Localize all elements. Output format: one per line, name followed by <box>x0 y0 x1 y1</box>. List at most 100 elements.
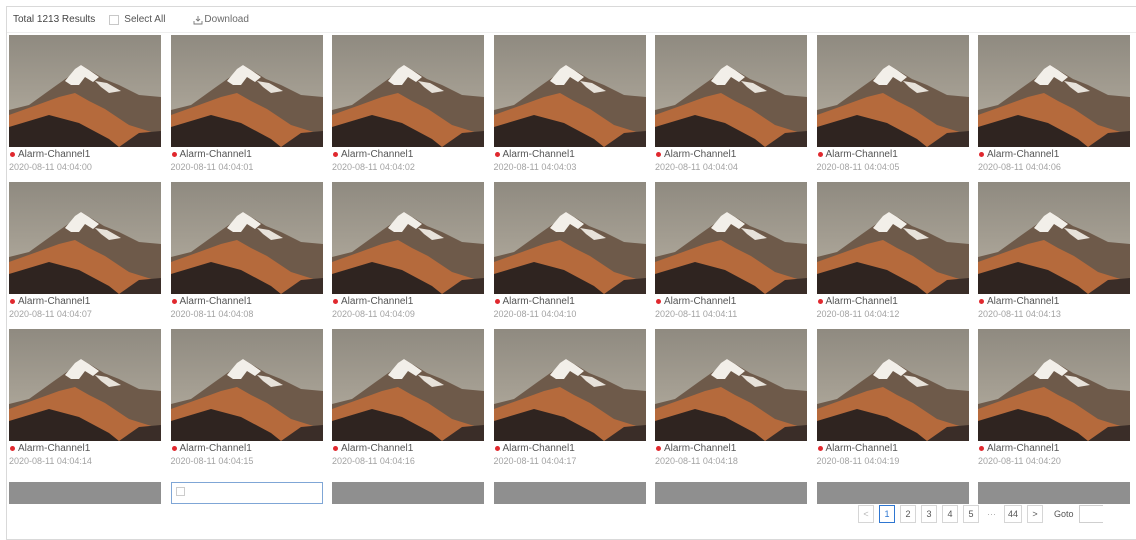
red-dot-icon <box>171 299 177 304</box>
snapshot-thumbnail[interactable] <box>493 35 646 147</box>
page-ellipsis[interactable]: ··· <box>984 505 999 523</box>
snapshot-thumbnail[interactable] <box>170 329 323 441</box>
snapshot-timestamp: 2020-08-11 04:04:18 <box>655 456 738 466</box>
snapshot-thumbnail[interactable] <box>332 182 484 294</box>
channel-name: Alarm-Channel1 <box>664 149 737 160</box>
snapshot-card[interactable]: Alarm-Channel1 2020-08-11 04:04:17 <box>493 329 646 477</box>
snapshot-card[interactable]: Alarm-Channel1 2020-08-11 04:04:01 <box>170 35 323 183</box>
snapshot-thumbnail[interactable] <box>332 35 484 147</box>
red-dot-icon <box>494 152 500 157</box>
snapshot-timestamp: 2020-08-11 04:04:20 <box>978 456 1061 466</box>
download-button[interactable]: Download <box>193 14 249 25</box>
snapshot-thumbnail[interactable] <box>816 35 969 147</box>
snapshot-thumbnail[interactable] <box>978 182 1130 294</box>
snapshot-card-partial[interactable] <box>655 482 807 504</box>
snapshot-card[interactable]: Alarm-Channel1 2020-08-11 04:04:09 <box>332 182 484 330</box>
snapshot-timestamp: 2020-08-11 04:04:03 <box>493 162 577 172</box>
snapshot-thumbnail[interactable] <box>655 329 807 441</box>
snapshot-caption: Alarm-Channel1 2020-08-11 04:04:11 <box>655 296 807 330</box>
channel-name: Alarm-Channel1 <box>664 443 737 454</box>
red-dot-icon <box>979 299 984 304</box>
download-icon <box>193 15 203 24</box>
next-page-button[interactable]: > <box>1027 505 1044 523</box>
card-select-checkbox[interactable] <box>175 487 185 496</box>
snapshot-card[interactable]: Alarm-Channel1 2020-08-11 04:04:15 <box>170 329 323 477</box>
page-button-5[interactable]: 5 <box>963 505 979 523</box>
snapshot-grid: Alarm-Channel1 2020-08-11 04:04:00 Alarm-… <box>9 35 1136 505</box>
snapshot-caption: Alarm-Channel1 2020-08-11 04:04:01 <box>171 149 323 183</box>
snapshot-thumbnail[interactable] <box>493 182 646 294</box>
snapshot-card[interactable]: Alarm-Channel1 2020-08-11 04:04:02 <box>332 35 484 183</box>
snapshot-card-partial[interactable] <box>332 482 484 504</box>
snapshot-card[interactable]: Alarm-Channel1 2020-08-11 04:04:04 <box>655 35 807 183</box>
page-button-last[interactable]: 44 <box>1004 505 1023 523</box>
page-button-3[interactable]: 3 <box>921 505 937 523</box>
snapshot-card[interactable]: Alarm-Channel1 2020-08-11 04:04:11 <box>655 182 807 330</box>
red-dot-icon <box>333 152 338 157</box>
checkbox-box[interactable] <box>109 14 120 25</box>
page-button-2[interactable]: 2 <box>900 505 916 523</box>
channel-row: Alarm-Channel1 <box>817 149 969 160</box>
snapshot-timestamp: 2020-08-11 04:04:00 <box>9 162 92 172</box>
snapshot-caption: Alarm-Channel1 2020-08-11 04:04:04 <box>655 149 807 183</box>
snapshot-card[interactable]: Alarm-Channel1 2020-08-11 04:04:10 <box>493 182 646 330</box>
snapshot-card[interactable]: Alarm-Channel1 2020-08-11 04:04:00 <box>9 35 161 183</box>
snapshot-card-partial[interactable] <box>493 482 646 504</box>
snapshot-card-partial[interactable] <box>9 482 161 504</box>
snapshot-card[interactable]: Alarm-Channel1 2020-08-11 04:04:20 <box>978 329 1130 477</box>
snapshot-card-selected[interactable] <box>170 482 323 504</box>
red-dot-icon <box>494 446 500 451</box>
snapshot-card[interactable]: Alarm-Channel1 2020-08-11 04:04:05 <box>816 35 969 183</box>
total-results-label: Total 1213 Results <box>13 14 96 25</box>
snapshot-thumbnail[interactable] <box>9 182 161 294</box>
channel-name: Alarm-Channel1 <box>341 443 414 454</box>
snapshot-thumbnail[interactable] <box>978 329 1130 441</box>
snapshot-timestamp: 2020-08-11 04:04:19 <box>816 456 900 466</box>
page-button-1[interactable]: 1 <box>879 505 895 523</box>
snapshot-thumbnail[interactable] <box>816 329 969 441</box>
snapshot-caption: Alarm-Channel1 2020-08-11 04:04:09 <box>332 296 484 330</box>
snapshot-card[interactable]: Alarm-Channel1 2020-08-11 04:04:14 <box>9 329 161 477</box>
snapshot-card[interactable]: Alarm-Channel1 2020-08-11 04:04:08 <box>170 182 323 330</box>
snapshot-card[interactable]: Alarm-Channel1 2020-08-11 04:04:18 <box>655 329 807 477</box>
select-all-checkbox[interactable]: Select All <box>109 14 165 25</box>
channel-name: Alarm-Channel1 <box>825 149 898 160</box>
snapshot-thumbnail[interactable] <box>170 35 323 147</box>
snapshot-card[interactable]: Alarm-Channel1 2020-08-11 04:04:13 <box>978 182 1130 330</box>
snapshot-thumbnail[interactable] <box>493 329 646 441</box>
snapshot-thumbnail[interactable] <box>816 182 969 294</box>
page-button-4[interactable]: 4 <box>942 505 958 523</box>
snapshot-card[interactable]: Alarm-Channel1 2020-08-11 04:04:16 <box>332 329 484 477</box>
snapshot-card-partial[interactable] <box>816 482 969 504</box>
snapshot-card[interactable]: Alarm-Channel1 2020-08-11 04:04:19 <box>816 329 969 477</box>
goto-input[interactable] <box>1078 505 1103 523</box>
snapshot-thumbnail[interactable] <box>170 182 323 294</box>
red-dot-icon <box>656 446 661 451</box>
snapshot-thumbnail[interactable] <box>655 35 807 147</box>
snapshot-thumbnail[interactable] <box>9 35 161 147</box>
red-dot-icon <box>817 152 823 157</box>
snapshot-card[interactable]: Alarm-Channel1 2020-08-11 04:04:06 <box>978 35 1130 183</box>
snapshot-thumbnail[interactable] <box>332 329 484 441</box>
snapshot-card[interactable]: Alarm-Channel1 2020-08-11 04:04:12 <box>816 182 969 330</box>
channel-row: Alarm-Channel1 <box>9 443 161 454</box>
snapshot-caption: Alarm-Channel1 2020-08-11 04:04:19 <box>817 443 969 477</box>
snapshot-timestamp: 2020-08-11 04:04:10 <box>493 309 577 319</box>
snapshot-thumbnail[interactable] <box>655 182 807 294</box>
snapshot-card[interactable]: Alarm-Channel1 2020-08-11 04:04:07 <box>9 182 161 330</box>
channel-name: Alarm-Channel1 <box>502 443 575 454</box>
channel-row: Alarm-Channel1 <box>817 443 969 454</box>
snapshot-card[interactable]: Alarm-Channel1 2020-08-11 04:04:03 <box>493 35 646 183</box>
snapshot-caption: Alarm-Channel1 2020-08-11 04:04:18 <box>655 443 807 477</box>
channel-row: Alarm-Channel1 <box>494 296 646 307</box>
pagination: < 1 2 3 4 5 ··· 44 > Goto <box>858 505 1103 523</box>
snapshot-card-partial[interactable] <box>978 482 1130 504</box>
snapshot-thumbnail[interactable] <box>9 329 161 441</box>
snapshot-caption: Alarm-Channel1 2020-08-11 04:04:16 <box>332 443 484 477</box>
prev-page-button[interactable]: < <box>858 505 874 523</box>
results-toolbar: Total 1213 Results Select All Download <box>7 7 1136 33</box>
snapshot-timestamp: 2020-08-11 04:04:06 <box>978 162 1061 172</box>
snapshot-caption: Alarm-Channel1 2020-08-11 04:04:17 <box>494 443 646 477</box>
snapshot-timestamp: 2020-08-11 04:04:02 <box>332 162 415 172</box>
snapshot-thumbnail[interactable] <box>978 35 1130 147</box>
